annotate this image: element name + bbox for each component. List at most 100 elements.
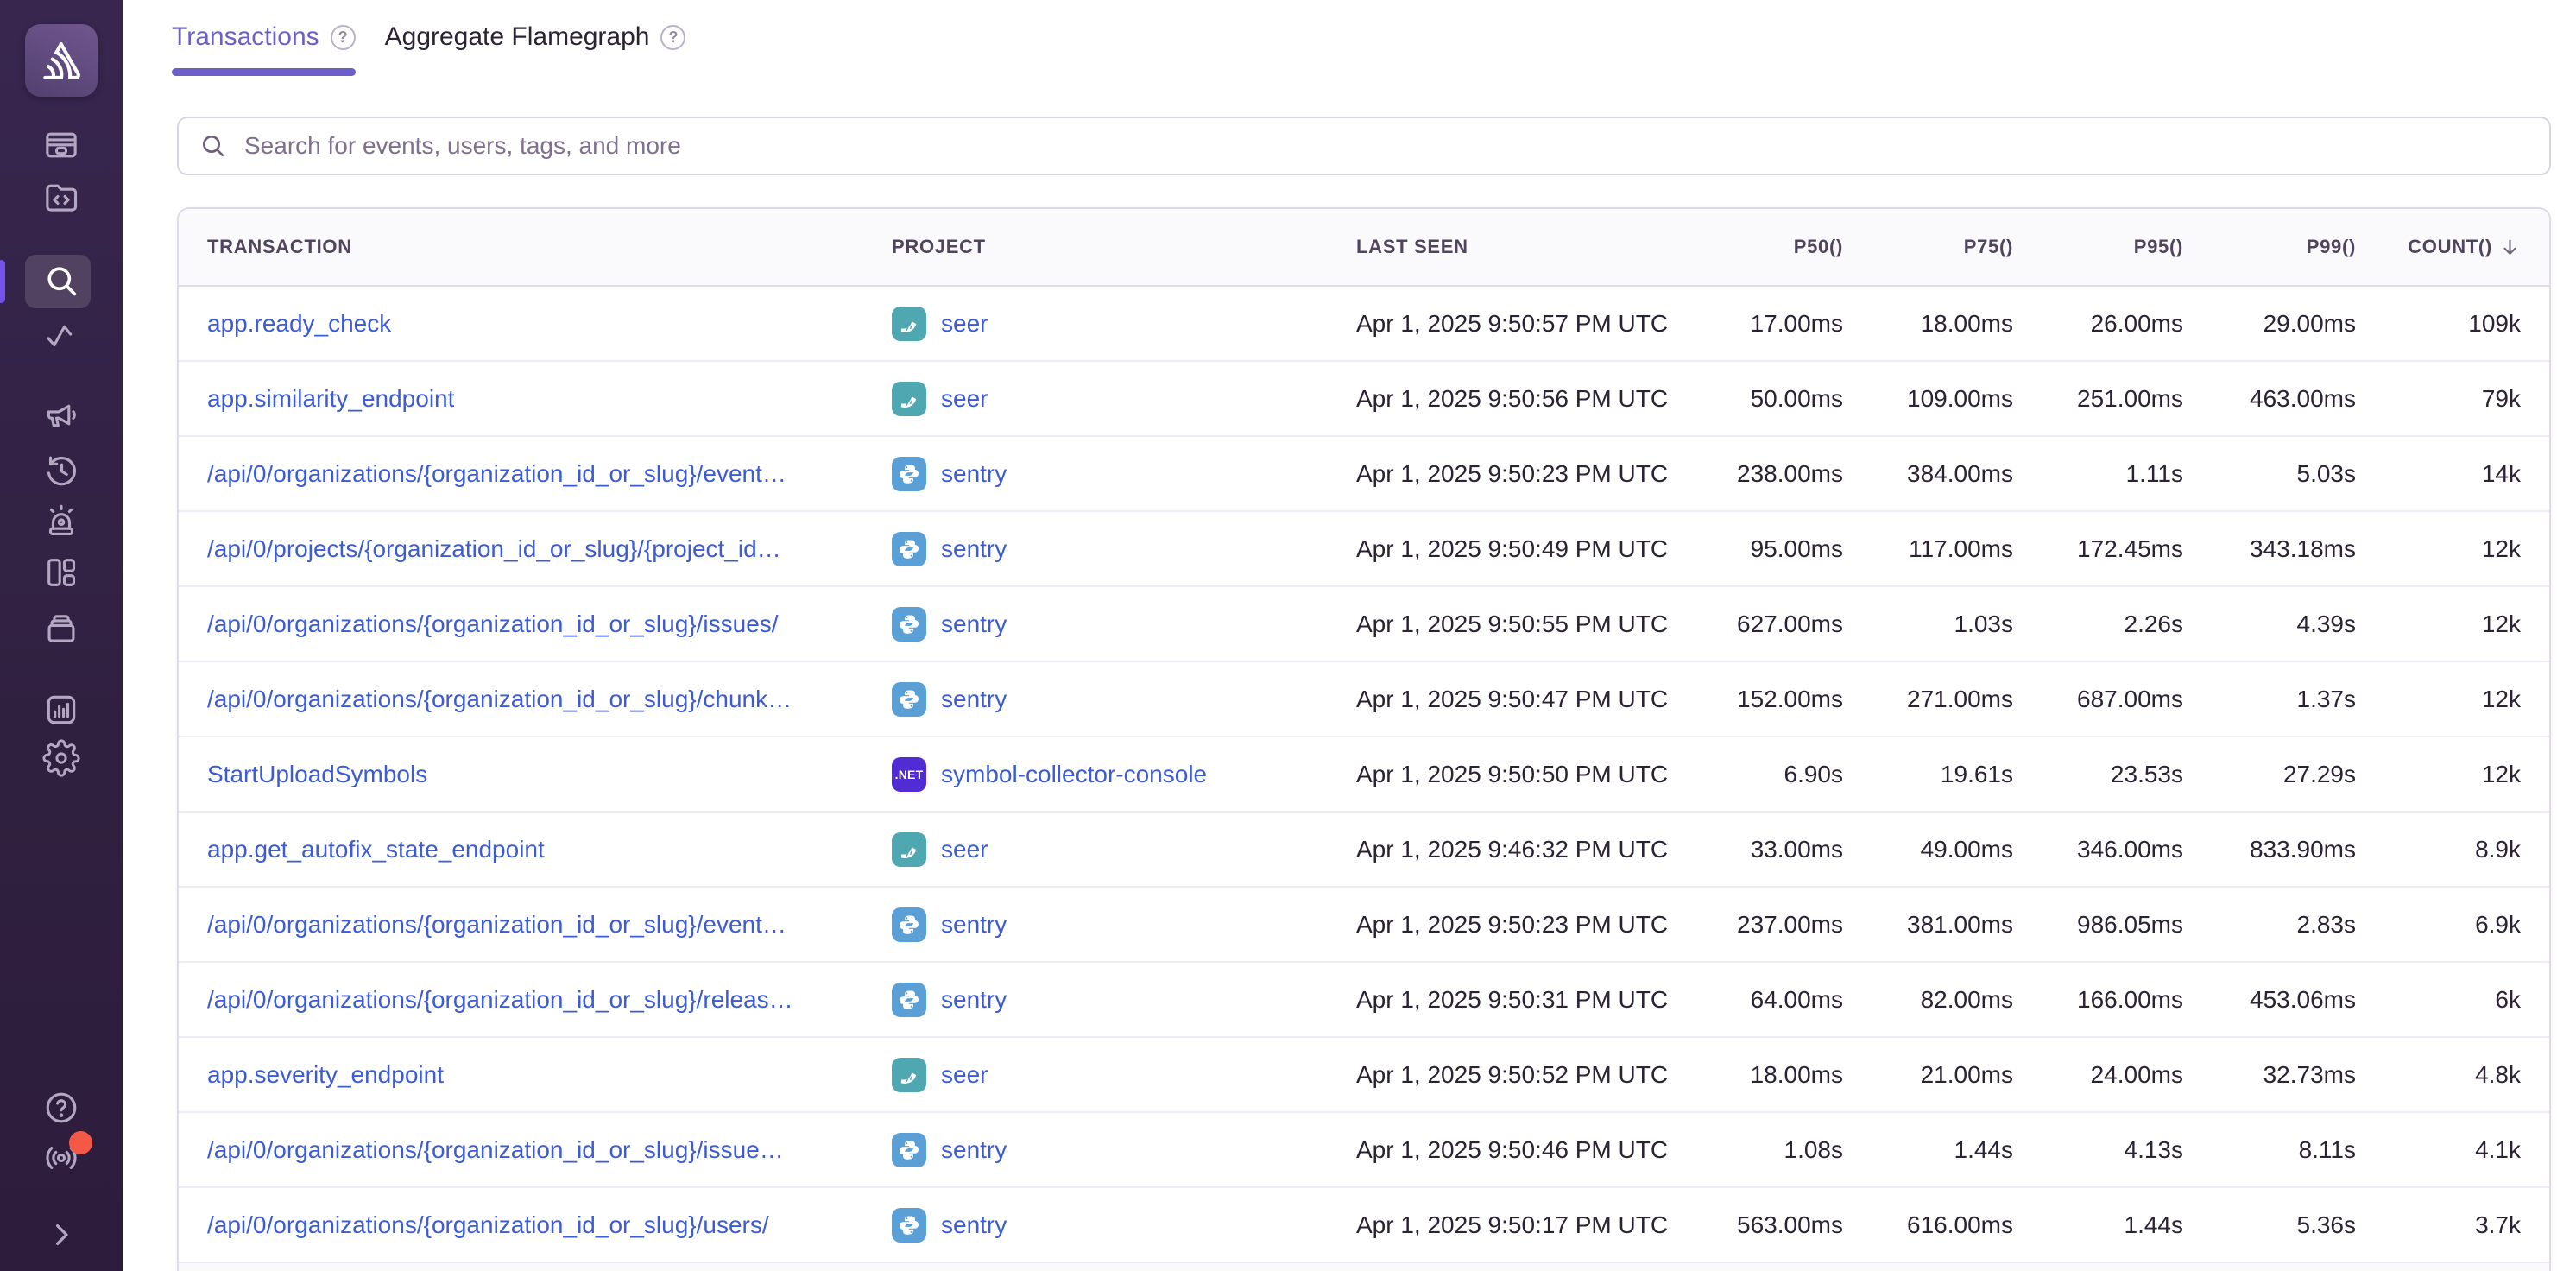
project-link[interactable]: sentry [941, 1211, 1007, 1239]
tab-help-icon[interactable]: ? [331, 25, 356, 50]
search-input[interactable] [243, 120, 2549, 172]
table-row[interactable]: app.severity_endpoint seer Apr 1, 2025 9… [179, 1038, 2549, 1113]
p75-value: 384.00ms [1843, 460, 2013, 488]
transaction-link[interactable]: app.get_autofix_state_endpoint [207, 836, 545, 863]
transaction-link[interactable]: /api/0/organizations/{organization_id_or… [207, 1211, 769, 1239]
python-icon [896, 611, 922, 637]
tab-transactions[interactable]: Transactions ? [172, 21, 356, 76]
table-row[interactable]: /api/0/organizations/{organization_id_or… [179, 888, 2549, 963]
project-link[interactable]: seer [941, 1061, 988, 1089]
project-link[interactable]: symbol-collector-console [941, 761, 1207, 788]
tab-help-icon[interactable]: ? [660, 25, 685, 50]
transaction-link[interactable]: /api/0/projects/{organization_id_or_slug… [207, 535, 781, 563]
sidebar-collapse-button[interactable] [42, 1216, 80, 1254]
sidebar-item-explore[interactable] [42, 262, 80, 300]
sidebar-item-traces[interactable] [42, 318, 80, 356]
p50-value: 50.00ms [1676, 385, 1843, 413]
table-row[interactable]: /api/0/organizations/{organization_id_or… [179, 662, 2549, 737]
p99-value: 5.03s [2183, 460, 2356, 488]
transaction-link[interactable]: app.similarity_endpoint [207, 385, 454, 413]
project-link[interactable]: sentry [941, 911, 1007, 939]
sidebar-item-feedback[interactable] [42, 395, 80, 433]
column-header-last-seen[interactable]: LAST SEEN [1356, 236, 1676, 258]
project-link[interactable]: seer [941, 385, 988, 413]
table-row[interactable]: app.ready_check seer Apr 1, 2025 9:50:57… [179, 287, 2549, 362]
project-link[interactable]: sentry [941, 1136, 1007, 1164]
transaction-link[interactable]: /api/0/organizations/{organization_id_or… [207, 1136, 784, 1164]
project-icon [892, 832, 926, 867]
transaction-link[interactable]: /api/0/organizations/{organization_id_or… [207, 911, 786, 939]
sidebar-item-replays[interactable] [42, 452, 80, 490]
transaction-link[interactable]: /api/0/organizations/{organization_id_or… [207, 686, 792, 713]
transaction-link[interactable]: app.ready_check [207, 310, 391, 338]
transaction-link[interactable]: /api/0/organizations/{organization_id_or… [207, 986, 793, 1014]
python-icon [896, 912, 922, 938]
column-header-count[interactable]: COUNT() [2356, 236, 2549, 258]
p50-value: 238.00ms [1676, 460, 1843, 488]
table-row[interactable]: /api/0/organizations/{organization_id_or… [179, 963, 2549, 1038]
sidebar-item-dashboards[interactable] [42, 553, 80, 591]
p95-value: 23.53s [2013, 761, 2183, 788]
last-seen: Apr 1, 2025 9:46:32 PM UTC [1356, 836, 1676, 863]
project-link[interactable]: seer [941, 310, 988, 338]
last-seen: Apr 1, 2025 9:50:56 PM UTC [1356, 385, 1676, 413]
table-row[interactable]: app.get_autofix_state_endpoint seer Apr … [179, 813, 2549, 888]
sidebar-item-projects[interactable] [42, 178, 80, 216]
transaction-link[interactable]: app.severity_endpoint [207, 1061, 444, 1089]
transaction-link[interactable]: StartUploadSymbols [207, 761, 427, 788]
count-value: 12k [2356, 686, 2549, 713]
project-link[interactable]: sentry [941, 986, 1007, 1014]
last-seen: Apr 1, 2025 9:50:55 PM UTC [1356, 610, 1676, 638]
search-bar[interactable] [177, 117, 2551, 175]
p95-value: 251.00ms [2013, 385, 2183, 413]
p95-value: 26.00ms [2013, 310, 2183, 338]
p75-value: 109.00ms [1843, 385, 2013, 413]
table-row[interactable]: /api/0/projects/{organization_id_or_slug… [179, 512, 2549, 587]
seer-icon [896, 386, 922, 412]
project-link[interactable]: sentry [941, 460, 1007, 488]
project-icon [892, 382, 926, 416]
project-link[interactable]: sentry [941, 686, 1007, 713]
projects-icon [42, 178, 80, 216]
sidebar-item-releases[interactable] [42, 609, 80, 647]
column-header-p75[interactable]: P75() [1843, 236, 2013, 258]
project-link[interactable]: seer [941, 836, 988, 863]
project-link[interactable]: sentry [941, 535, 1007, 563]
sidebar-item-settings[interactable] [42, 739, 80, 777]
transaction-link[interactable]: /api/0/organizations/{organization_id_or… [207, 610, 779, 638]
sidebar-item-alerts[interactable] [42, 502, 80, 540]
clock-history-icon [42, 452, 80, 490]
table-row[interactable]: /api/0/organizations/{organization_id_or… [179, 1113, 2549, 1188]
column-header-p99[interactable]: P99() [2183, 236, 2356, 258]
table-row[interactable]: StartUploadSymbols .NET symbol-collector… [179, 737, 2549, 813]
column-header-transaction[interactable]: TRANSACTION [179, 236, 892, 258]
project-link[interactable]: sentry [941, 610, 1007, 638]
count-value: 6k [2356, 986, 2549, 1014]
last-seen: Apr 1, 2025 9:50:23 PM UTC [1356, 911, 1676, 939]
sentry-logo[interactable] [25, 24, 98, 97]
count-value: 4.1k [2356, 1136, 2549, 1164]
last-seen: Apr 1, 2025 9:50:31 PM UTC [1356, 986, 1676, 1014]
p99-value: 833.90ms [2183, 836, 2356, 863]
table-row[interactable]: /api/0/organizations/{organization_id_or… [179, 1188, 2549, 1263]
transaction-link[interactable]: /api/0/organizations/{organization_id_or… [207, 460, 786, 488]
count-value: 8.9k [2356, 836, 2549, 863]
tab-aggregate-flamegraph[interactable]: Aggregate Flamegraph ? [385, 21, 686, 76]
column-header-project[interactable]: PROJECT [892, 236, 1356, 258]
megaphone-icon [42, 395, 80, 433]
last-seen: Apr 1, 2025 9:50:50 PM UTC [1356, 761, 1676, 788]
table-row[interactable]: /api/0/organizations/{organization_id_or… [179, 587, 2549, 662]
sidebar-item-issues[interactable] [42, 126, 80, 164]
python-icon [896, 1137, 922, 1163]
sidebar-item-help[interactable] [42, 1089, 80, 1127]
p50-value: 563.00ms [1676, 1211, 1843, 1239]
table-row[interactable]: app.similarity_endpoint seer Apr 1, 2025… [179, 362, 2549, 437]
p75-value: 271.00ms [1843, 686, 2013, 713]
column-header-p95[interactable]: P95() [2013, 236, 2183, 258]
sidebar-item-stats[interactable] [42, 691, 80, 729]
project-icon [892, 1133, 926, 1167]
issues-icon [42, 126, 80, 164]
column-header-p50[interactable]: P50() [1676, 236, 1843, 258]
python-icon [896, 1212, 922, 1238]
table-row[interactable]: /api/0/organizations/{organization_id_or… [179, 437, 2549, 512]
